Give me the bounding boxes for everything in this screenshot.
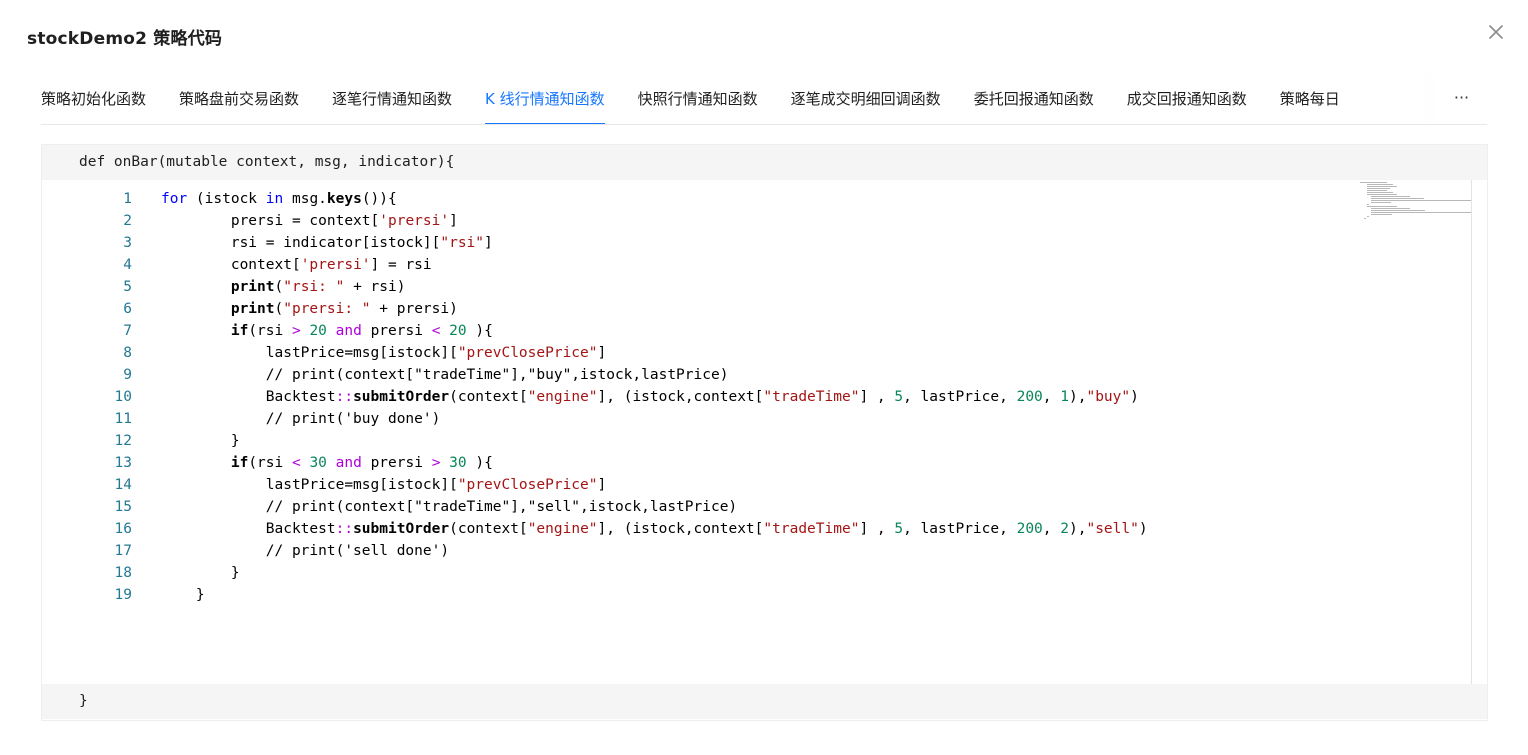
line-number: 5 [123,279,132,295]
minimap-line [1367,190,1388,191]
function-signature: def onBar(mutable context, msg, indicato… [79,154,455,170]
code-viewer: def onBar(mutable context, msg, indicato… [41,144,1488,721]
code-text: lastPrice=msg[istock]["prevClosePrice"] [161,345,607,361]
code-text: // print(context["tradeTime"],"sell",ist… [161,499,738,515]
line-number: 11 [114,411,132,427]
code-text: // print('sell done') [161,543,450,559]
function-tabs: 策略初始化函数 策略盘前交易函数 逐笔行情通知函数 K 线行情通知函数 快照行情通知函数… [41,74,1487,125]
minimap-line [1370,208,1410,209]
code-text: } [161,565,240,581]
code-footer: } [42,684,1487,719]
code-header: def onBar(mutable context, msg, indicato… [42,145,1487,180]
line-number: 8 [123,345,132,361]
tab-2[interactable]: 逐笔行情通知函数 [332,74,452,124]
line-number: 18 [114,565,132,581]
code-text: // print('buy done') [161,411,441,427]
tab-4[interactable]: 快照行情通知函数 [638,74,758,124]
code-text: Backtest::submitOrder(context["engine"],… [161,521,1148,537]
minimap-line [1360,182,1387,183]
minimap-line [1370,212,1472,213]
tab-1[interactable]: 策略盘前交易函数 [179,74,299,124]
tab-3[interactable]: K 线行情通知函数 [485,74,605,124]
code-text: context['prersi'] = rsi [161,257,432,273]
close-button[interactable] [1484,20,1508,44]
line-number: 17 [114,543,132,559]
minimap-line [1370,202,1391,203]
tab-6[interactable]: 委托回报通知函数 [974,74,1094,124]
tabs-more-button[interactable]: ··· [1436,74,1487,124]
close-icon [1489,25,1503,39]
code-text: lastPrice=msg[istock]["prevClosePrice"] [161,477,607,493]
editor-scrollbar[interactable] [1471,180,1472,684]
code-text: // print(context["tradeTime"],"buy",isto… [161,367,729,383]
minimap-line [1370,214,1392,215]
tabs-viewport: 策略初始化函数 策略盘前交易函数 逐笔行情通知函数 K 线行情通知函数 快照行情通知函数… [41,74,1435,124]
minimap-line [1367,184,1394,185]
line-number: 3 [123,235,132,251]
minimap-line [1367,204,1370,205]
code-text: if(rsi < 30 and prersi > 30 ){ [230,455,493,471]
line-number: 19 [114,587,132,603]
line-number: 10 [114,389,132,405]
line-number: 14 [114,477,132,493]
function-closing-brace: } [79,693,88,709]
code-text: Backtest::submitOrder(context["engine"],… [161,389,1139,405]
line-number: 9 [123,367,132,383]
tab-8[interactable]: 策略每日 [1280,74,1340,124]
tab-5[interactable]: 逐笔成交明细回调函数 [791,74,941,124]
code-text: if(rsi > 20 and prersi < 20 ){ [230,323,493,339]
minimap-line [1367,206,1398,207]
code-text: } [161,587,205,603]
minimap-line [1367,188,1391,189]
line-number: 6 [123,301,132,317]
line-number: 15 [114,499,132,515]
code-text: prersi = context['prersi'] [161,213,458,229]
modal-title: stockDemo2 策略代码 [27,29,223,49]
code-text: print("rsi: " + rsi) [230,279,406,295]
tab-7[interactable]: 成交回报通知函数 [1127,74,1247,124]
minimap-line [1367,186,1398,187]
minimap-line [1370,210,1425,211]
code-minimap[interactable] [1356,180,1472,684]
line-number: 12 [114,433,132,449]
code-text: } [161,433,240,449]
code-text: for (istock in msg.keys()){ [161,191,397,207]
line-number: 16 [114,521,132,537]
code-editor[interactable]: 1 for (istock in msg.keys()){ 2 prersi = c… [42,180,1487,684]
tab-0[interactable]: 策略初始化函数 [41,74,146,124]
minimap-line [1370,198,1424,199]
line-number: 4 [123,257,132,273]
line-number: 2 [123,213,132,229]
minimap-line [1367,194,1398,195]
minimap-line [1370,196,1410,197]
minimap-line [1367,216,1370,217]
line-number: 13 [114,455,132,471]
minimap-line [1367,192,1394,193]
minimap-line [1370,200,1471,201]
minimap-line [1363,218,1366,219]
code-text: print("prersi: " + prersi) [230,301,458,317]
line-number: 1 [123,191,132,207]
code-text: rsi = indicator[istock]["rsi"] [161,235,493,251]
strategy-code-modal: stockDemo2 策略代码 策略初始化函数 策略盘前交易函数 逐笔行情通知函数 K… [0,0,1528,755]
line-number: 7 [123,323,132,339]
